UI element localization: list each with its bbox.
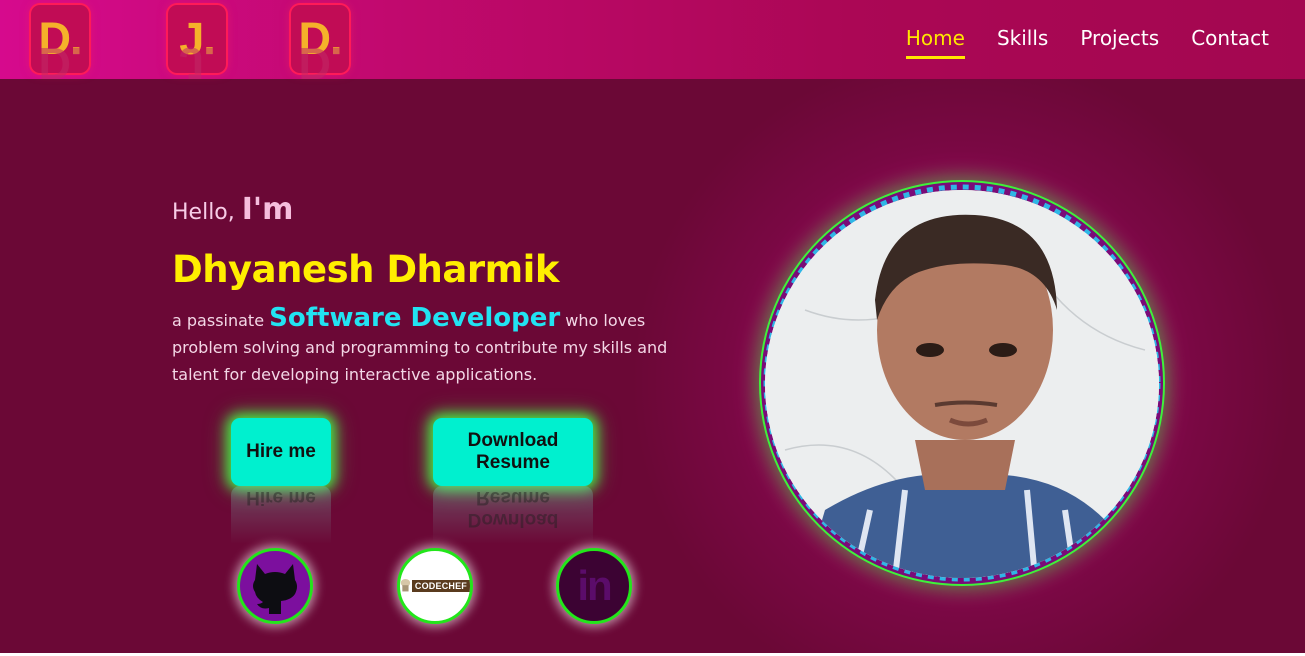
download-resume-button[interactable]: Download Resume xyxy=(433,418,593,486)
nav-projects[interactable]: Projects xyxy=(1080,26,1159,59)
chef-hat-icon xyxy=(400,578,411,592)
greeting-im: I'm xyxy=(241,192,294,227)
greeting: Hello, I'm xyxy=(172,192,293,227)
hero-description: a passinate Software Developer who loves… xyxy=(172,305,682,388)
github-icon xyxy=(253,564,297,614)
button-reflection: Hire me xyxy=(231,486,331,544)
nav-contact[interactable]: Contact xyxy=(1191,26,1269,59)
linkedin-icon: in xyxy=(577,562,612,609)
greeting-hello: Hello, xyxy=(172,200,235,225)
codechef-logo-text: CODECHEF xyxy=(411,580,470,592)
role-title: Software Developer xyxy=(269,303,561,333)
profile-photo xyxy=(765,190,1159,578)
logo-reflection: D. xyxy=(298,38,342,79)
main-nav: Home Skills Projects Contact xyxy=(905,26,1269,59)
desc-prefix: a passinate xyxy=(172,311,265,330)
button-reflection: Download Resume xyxy=(433,486,593,544)
linkedin-link[interactable]: in xyxy=(556,548,632,624)
nav-skills[interactable]: Skills xyxy=(997,26,1048,59)
hero-name: Dhyanesh Dharmik xyxy=(172,248,559,291)
github-link[interactable] xyxy=(237,548,313,624)
logo-reflection: D. xyxy=(38,38,82,79)
page-background: D. J. D. Home Skills Projects Contact D.… xyxy=(0,0,1305,653)
hire-me-button[interactable]: Hire me xyxy=(231,418,331,486)
nav-home[interactable]: Home xyxy=(905,26,965,59)
logo-reflection: J. xyxy=(179,38,215,79)
codechef-link[interactable]: CODECHEF xyxy=(397,548,473,624)
person-portrait-icon xyxy=(765,190,1159,578)
